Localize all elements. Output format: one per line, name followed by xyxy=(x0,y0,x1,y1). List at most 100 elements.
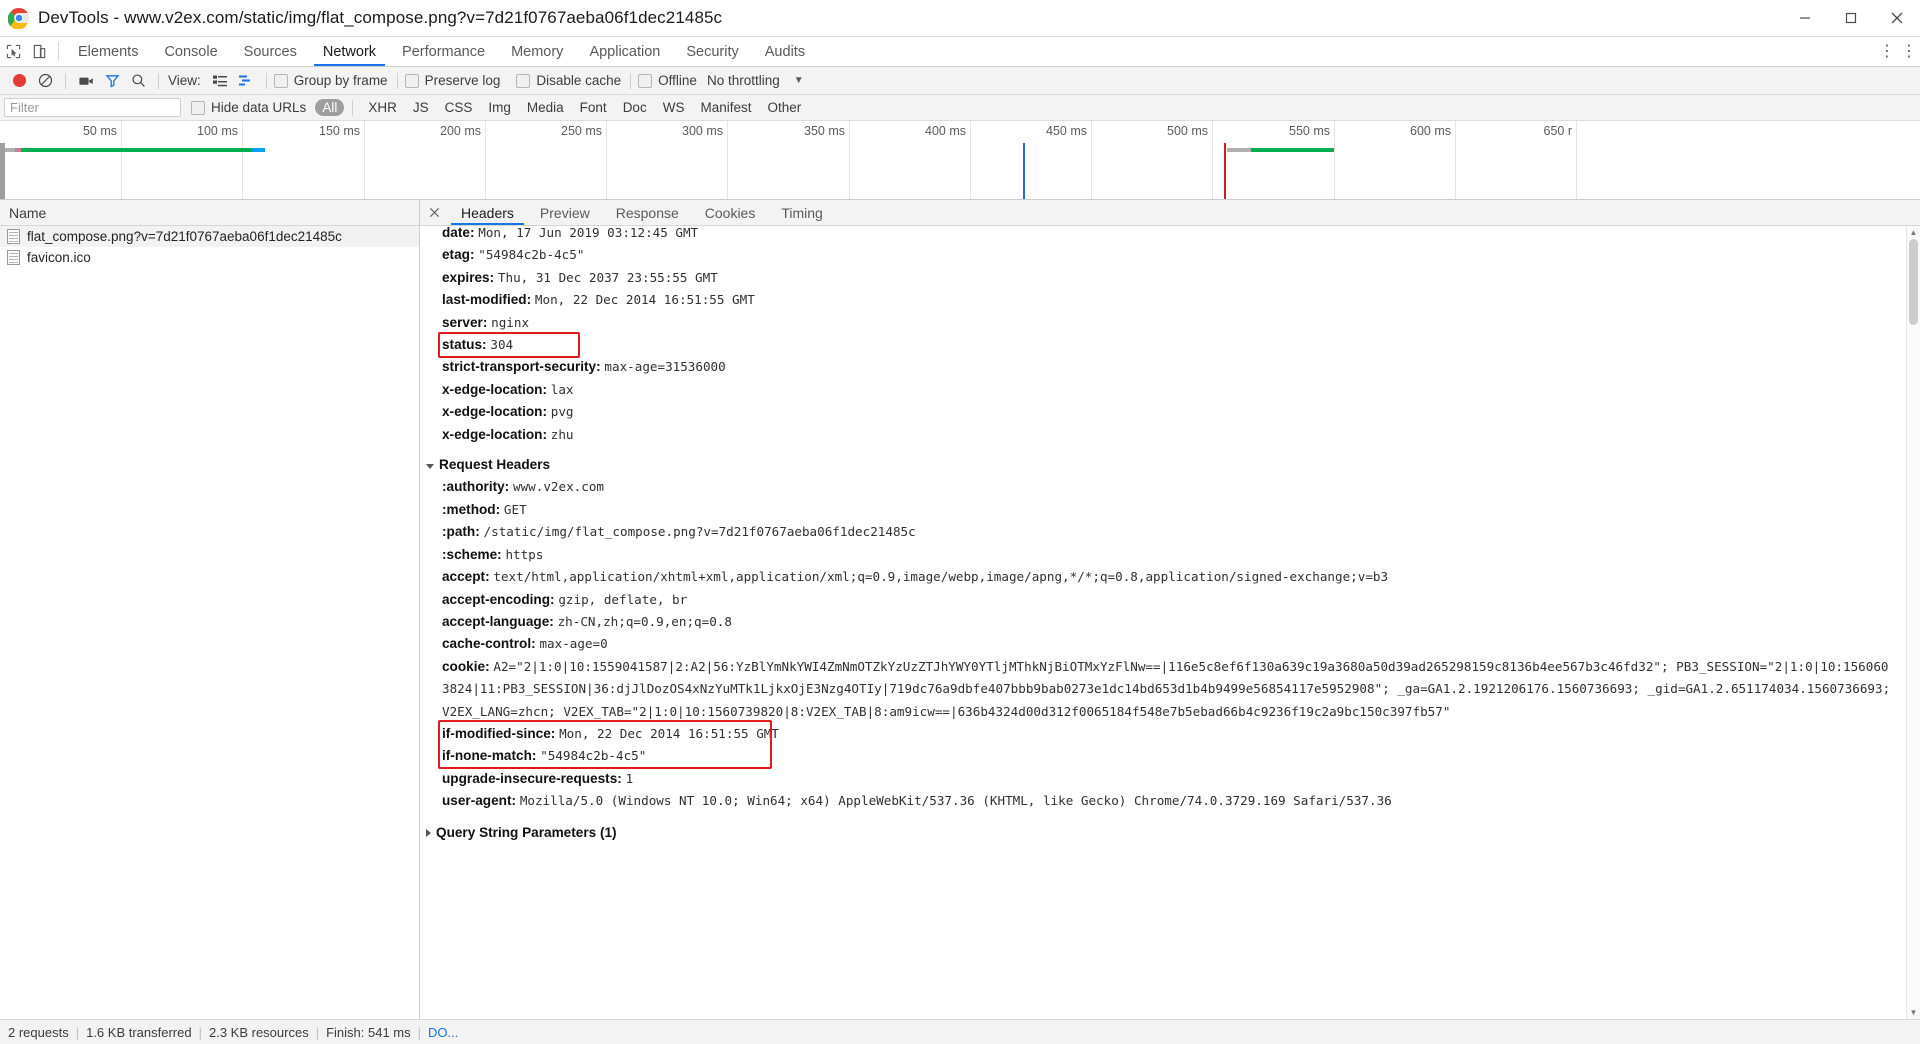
header-key: if-modified-since: xyxy=(442,725,556,741)
minimize-button[interactable] xyxy=(1782,0,1828,36)
status-resources: 2.3 KB resources xyxy=(208,1024,309,1040)
detail-tab-label: Headers xyxy=(461,204,514,221)
header-value: zh-CN,zh;q=0.9,en;q=0.8 xyxy=(557,613,732,629)
preserve-log-checkbox[interactable]: Preserve log xyxy=(404,73,501,88)
filter-divider xyxy=(352,99,354,116)
tab-performance[interactable]: Performance xyxy=(389,37,498,66)
network-status-bar: 2 requests | 1.6 KB transferred | 2.3 KB… xyxy=(0,1019,1920,1044)
group-by-frame-checkbox[interactable]: Group by frame xyxy=(273,73,388,88)
chevron-down-icon xyxy=(426,463,434,469)
conditional-headers-group: if-modified-since: Mon, 22 Dec 2014 16:5… xyxy=(420,719,1907,769)
tab-console[interactable]: Console xyxy=(151,37,230,66)
header-key: x-edge-location: xyxy=(442,404,547,420)
waterfall-view-icon[interactable] xyxy=(233,68,259,94)
filter-type-font[interactable]: Font xyxy=(573,99,614,116)
offline-checkbox[interactable]: Offline xyxy=(638,73,697,88)
scroll-down-arrow-icon[interactable]: ▼ xyxy=(1907,1006,1920,1019)
toggle-device-toolbar-icon[interactable] xyxy=(26,37,52,66)
filter-type-doc[interactable]: Doc xyxy=(616,99,654,116)
filter-type-manifest[interactable]: Manifest xyxy=(693,99,758,116)
camera-icon[interactable] xyxy=(73,68,99,94)
preserve-log-label: Preserve log xyxy=(424,73,501,88)
more-vertical-icon[interactable]: ⋮ xyxy=(1876,43,1898,60)
customize-devtools-icon[interactable]: ⋮ xyxy=(1898,43,1920,60)
filter-input[interactable]: Filter xyxy=(4,98,181,117)
filter-type-css[interactable]: CSS xyxy=(438,99,480,116)
toolbar-divider xyxy=(158,72,159,89)
scrollbar-thumb[interactable] xyxy=(1909,239,1918,325)
toolbar-divider xyxy=(396,72,398,89)
overview-gridline xyxy=(606,121,607,199)
request-list-header[interactable]: Name xyxy=(0,200,419,226)
status-requests: 2 requests xyxy=(8,1024,69,1040)
header-value: https xyxy=(505,546,544,562)
filter-type-js[interactable]: JS xyxy=(406,99,436,116)
request-headers-section-title[interactable]: Request Headers xyxy=(420,454,1907,476)
filter-type-other[interactable]: Other xyxy=(760,99,808,116)
header-key: if-none-match: xyxy=(442,748,537,764)
hide-data-urls-checkbox[interactable]: Hide data URLs xyxy=(191,100,306,115)
tab-cookies[interactable]: Cookies xyxy=(692,200,769,225)
tab-timing[interactable]: Timing xyxy=(768,200,836,225)
header-value: Mon, 22 Dec 2014 16:51:55 GMT xyxy=(534,292,755,308)
tab-label: Memory xyxy=(511,43,564,60)
list-view-icon[interactable] xyxy=(207,68,233,94)
image-file-icon xyxy=(7,250,20,265)
tab-audits[interactable]: Audits xyxy=(752,37,818,66)
header-key: cookie: xyxy=(442,658,490,674)
overview-request-wait-bar xyxy=(1227,148,1251,152)
offline-label: Offline xyxy=(658,73,697,88)
header-row-expires: expires: Thu, 31 Dec 2037 23:55:55 GMT xyxy=(420,267,1907,289)
filter-type-img[interactable]: Img xyxy=(481,99,518,116)
detail-vertical-scrollbar[interactable]: ▲ ▼ xyxy=(1906,226,1920,1019)
tab-label: Performance xyxy=(402,43,486,60)
tab-response[interactable]: Response xyxy=(603,200,692,225)
header-row-accept-language: accept-language: zh-CN,zh;q=0.9,en;q=0.8 xyxy=(420,611,1907,633)
record-stop-icon[interactable] xyxy=(6,68,32,94)
checkbox-box xyxy=(516,73,531,88)
dom-content-loaded-marker xyxy=(1023,143,1025,199)
tab-elements[interactable]: Elements xyxy=(65,37,151,66)
clear-icon[interactable] xyxy=(32,68,58,94)
filter-type-ws[interactable]: WS xyxy=(656,99,692,116)
disable-cache-checkbox[interactable]: Disable cache xyxy=(516,73,621,88)
header-value: max-age=31536000 xyxy=(604,359,726,375)
overview-gridline xyxy=(1334,121,1335,199)
header-key: :path: xyxy=(442,524,480,540)
tab-application[interactable]: Application xyxy=(576,37,673,66)
funnel-icon[interactable] xyxy=(99,68,125,94)
overview-gridline xyxy=(970,121,971,199)
throttling-select[interactable]: No throttling xyxy=(707,73,780,88)
scroll-up-arrow-icon[interactable]: ▲ xyxy=(1907,226,1920,239)
tab-headers[interactable]: Headers xyxy=(448,200,527,225)
header-value: gzip, deflate, br xyxy=(558,591,688,607)
search-icon[interactable] xyxy=(125,68,151,94)
request-row-flat-compose[interactable]: flat_compose.png?v=7d21f0767aeba06f1dec2… xyxy=(0,226,419,247)
header-value: 1 xyxy=(625,770,634,786)
request-row-favicon[interactable]: favicon.ico xyxy=(0,247,419,268)
tab-memory[interactable]: Memory xyxy=(498,37,576,66)
close-icon[interactable] xyxy=(420,200,448,225)
tab-network[interactable]: Network xyxy=(310,37,389,66)
tab-preview[interactable]: Preview xyxy=(527,200,603,225)
maximize-button[interactable] xyxy=(1828,0,1874,36)
filter-type-all[interactable]: All xyxy=(315,99,345,116)
query-string-section-title[interactable]: Query String Parameters (1) xyxy=(420,822,1907,844)
inspect-element-icon[interactable] xyxy=(0,37,26,66)
overview-tick-label: 500 ms xyxy=(1167,124,1208,138)
chevron-right-icon xyxy=(426,828,431,837)
header-row-if-modified-since: if-modified-since: Mon, 22 Dec 2014 16:5… xyxy=(420,723,1907,745)
close-button[interactable] xyxy=(1874,0,1920,36)
network-overview-timeline[interactable]: 50 ms 100 ms 150 ms 200 ms 250 ms 300 ms… xyxy=(0,121,1920,200)
chevron-down-icon[interactable]: ▼ xyxy=(794,75,804,86)
headers-view: date: Mon, 17 Jun 2019 03:12:45 GMT etag… xyxy=(420,226,1920,1019)
tab-sources[interactable]: Sources xyxy=(231,37,310,66)
filter-bar: Filter Hide data URLs All XHR JS CSS Img… xyxy=(0,95,1920,121)
tab-security[interactable]: Security xyxy=(673,37,751,66)
checkbox-box xyxy=(638,73,653,88)
header-key: accept: xyxy=(442,569,490,585)
header-row-path: :path: /static/img/flat_compose.png?v=7d… xyxy=(420,521,1907,543)
headers-scroll-content: date: Mon, 17 Jun 2019 03:12:45 GMT etag… xyxy=(420,226,1907,1019)
filter-type-xhr[interactable]: XHR xyxy=(361,99,404,116)
filter-type-media[interactable]: Media xyxy=(520,99,571,116)
